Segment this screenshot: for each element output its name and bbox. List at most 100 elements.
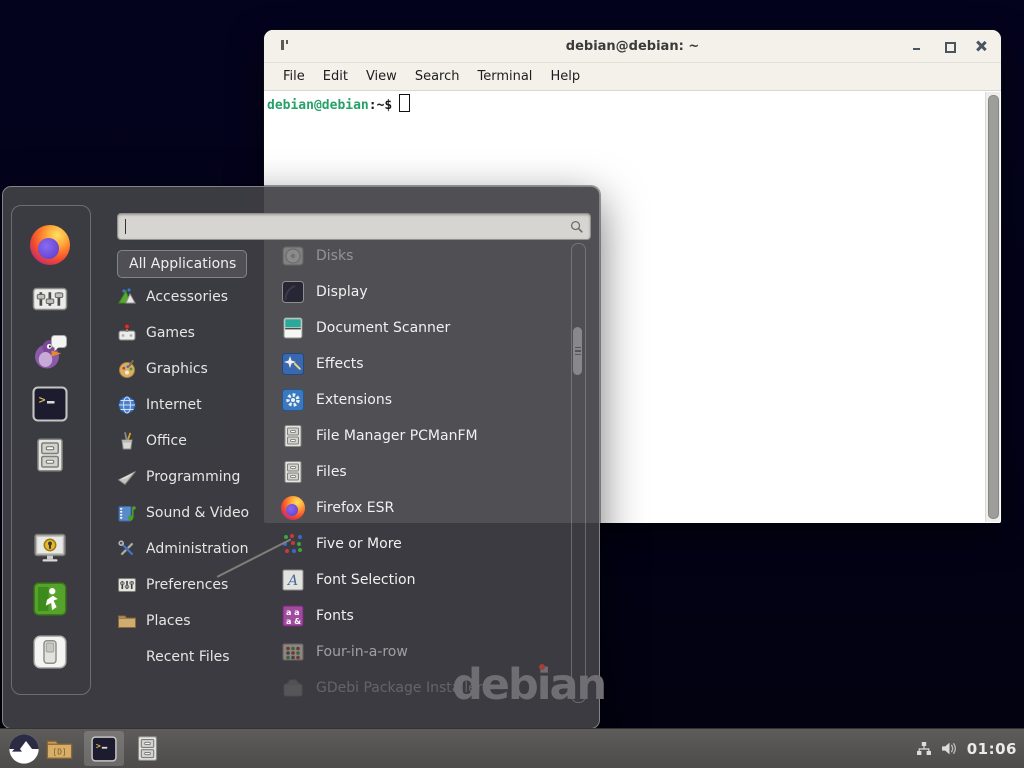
category-places[interactable]: Places (117, 603, 283, 639)
disks-icon (281, 244, 305, 268)
svg-text:>: > (39, 393, 46, 406)
category-label: Administration (146, 541, 248, 557)
menubar-item-help[interactable]: Help (541, 69, 589, 84)
font-selection-icon: A (281, 568, 305, 592)
favorite-firefox[interactable] (30, 225, 70, 265)
category-games[interactable]: Games (117, 315, 283, 351)
files-icon (281, 460, 305, 484)
prompt-user-host: debian@debian (267, 98, 369, 113)
terminal-icon: > (91, 736, 117, 762)
maximize-button[interactable] (943, 40, 955, 52)
category-label: Graphics (146, 361, 208, 377)
terminal-titlebar[interactable]: debian@debian: ~ (264, 30, 1001, 63)
category-label: Sound & Video (146, 505, 249, 521)
favorite-files[interactable] (30, 435, 70, 475)
category-label: Office (146, 433, 187, 449)
five-or-more-icon (281, 532, 305, 556)
window-icon (281, 40, 284, 50)
gdebi-icon (281, 676, 305, 700)
terminal-scrollbar[interactable] (985, 92, 1000, 522)
category-label: Programming (146, 469, 240, 485)
favorite-settings[interactable] (30, 279, 70, 319)
app-label: Document Scanner (316, 320, 450, 336)
watermark-dot (539, 664, 545, 670)
menubar-item-file[interactable]: File (274, 69, 314, 84)
app-item-file-manager-pcmanfm[interactable]: File Manager PCManFM (281, 418, 567, 454)
fonts-icon: a aa & (281, 604, 305, 628)
favorite-lock-screen[interactable] (30, 528, 70, 568)
minimize-button[interactable] (911, 40, 923, 52)
category-list: AccessoriesGames Graphics Internet Office Pr… (117, 279, 283, 675)
volume-icon[interactable] (941, 740, 958, 757)
category-label: Internet (146, 397, 202, 413)
file-cabinet-icon (32, 437, 68, 473)
app-item-effects[interactable]: Effects (281, 346, 567, 382)
shutdown-icon (32, 634, 68, 670)
app-item-font-selection[interactable]: AFont Selection (281, 562, 567, 598)
app-label: Five or More (316, 536, 402, 552)
clock[interactable]: 01:06 (967, 740, 1017, 758)
category-internet[interactable]: Internet (117, 387, 283, 423)
search-input[interactable] (118, 214, 569, 239)
app-item-extensions[interactable]: Extensions (281, 382, 567, 418)
terminal-scrollbar-thumb[interactable] (988, 95, 999, 519)
app-item-disks[interactable]: Disks (281, 238, 567, 274)
search-box[interactable] (117, 213, 591, 240)
app-label: Fonts (316, 608, 354, 624)
category-recent-files[interactable]: Recent Files (117, 639, 283, 675)
taskbar-launcher-files[interactable] (130, 729, 164, 768)
terminal-prompt: debian@debian:~$ (264, 91, 1001, 113)
accessories-icon (117, 287, 137, 307)
taskbar-launcher-terminal[interactable]: > (84, 731, 124, 766)
menu-scrollbar-thumb[interactable] (573, 327, 582, 375)
favorite-shutdown[interactable] (30, 632, 70, 672)
places-icon (117, 611, 137, 631)
desktop-watermark: debian (452, 660, 605, 710)
preferences-icon (117, 575, 137, 595)
app-item-document-scanner[interactable]: Document Scanner (281, 310, 567, 346)
favorite-pidgin[interactable] (30, 332, 70, 372)
app-label: Firefox ESR (316, 500, 394, 516)
svg-text:>: > (96, 740, 101, 750)
search-icon (569, 219, 584, 234)
menubar-item-edit[interactable]: Edit (314, 69, 357, 84)
settings-mixer-icon (32, 281, 68, 317)
display-icon (281, 280, 305, 304)
app-item-display[interactable]: Display (281, 274, 567, 310)
category-label: Recent Files (146, 649, 230, 665)
pidgin-icon (32, 334, 68, 370)
taskbar-launcher-file-manager[interactable]: [D] (42, 729, 76, 768)
four-in-a-row-icon (281, 640, 305, 664)
category-all-applications[interactable]: All Applications (117, 250, 247, 278)
menubar-item-view[interactable]: View (357, 69, 406, 84)
category-label: Preferences (146, 577, 228, 593)
menubar-item-terminal[interactable]: Terminal (468, 69, 541, 84)
app-item-files[interactable]: Files (281, 454, 567, 490)
app-item-fonts[interactable]: a aa & Fonts (281, 598, 567, 634)
network-icon[interactable] (916, 741, 932, 757)
games-icon (117, 323, 137, 343)
taskbar-launcher-menu[interactable] (8, 729, 40, 768)
svg-text:a a: a a (286, 608, 300, 617)
app-item-five-or-more[interactable]: Five or More (281, 526, 567, 562)
app-label: Extensions (316, 392, 392, 408)
category-sound-video[interactable]: Sound & Video (117, 495, 283, 531)
category-preferences[interactable]: Preferences (117, 567, 283, 603)
administration-icon (117, 539, 137, 559)
favorite-terminal[interactable]: > (30, 384, 70, 424)
app-item-firefox-esr[interactable]: Firefox ESR (281, 490, 567, 526)
logout-icon (32, 581, 68, 617)
menu-scrollbar[interactable] (571, 243, 586, 703)
category-administration[interactable]: Administration (117, 531, 283, 567)
close-button[interactable] (975, 40, 987, 52)
graphics-icon (117, 359, 137, 379)
menubar-item-search[interactable]: Search (406, 69, 469, 84)
favorite-logout[interactable] (30, 579, 70, 619)
category-graphics[interactable]: Graphics (117, 351, 283, 387)
category-programming[interactable]: Programming (117, 459, 283, 495)
app-label: File Manager PCManFM (316, 428, 478, 444)
firefox-icon (281, 496, 305, 520)
internet-icon (117, 395, 137, 415)
category-office[interactable]: Office (117, 423, 283, 459)
category-accessories[interactable]: Accessories (117, 279, 283, 315)
